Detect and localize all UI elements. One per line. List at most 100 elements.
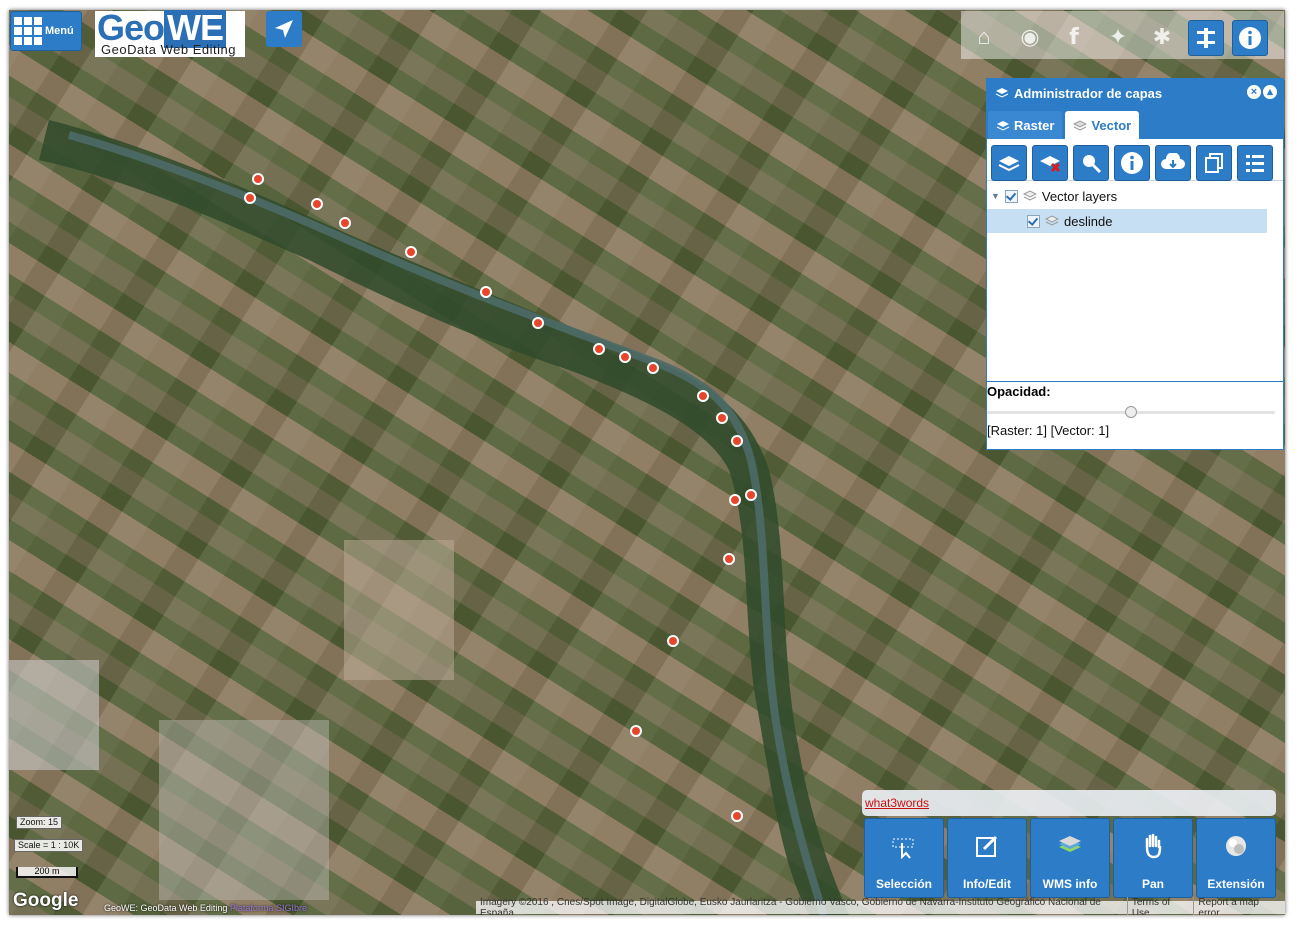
deslinde-point[interactable]	[619, 351, 631, 363]
copy-button[interactable]	[1196, 145, 1232, 181]
geolocate-button[interactable]	[266, 11, 302, 47]
copy-icon	[1205, 153, 1223, 173]
imagery-attribution: Imagery ©2016 , Cnes/Spot Image, Digital…	[476, 896, 1128, 915]
panel-header[interactable]: Administrador de capas × ▴	[987, 79, 1283, 107]
info-icon	[1239, 27, 1261, 49]
opacity-slider[interactable]	[987, 403, 1275, 421]
terms-link[interactable]: Terms of Use	[1128, 896, 1195, 915]
industrial-area-2	[159, 720, 329, 900]
group-checkbox[interactable]	[1004, 189, 1018, 203]
pan-button[interactable]: Pan	[1113, 818, 1193, 898]
collapse-icon[interactable]: ▴	[1263, 85, 1277, 99]
what3words-bar: what3words	[862, 790, 1276, 816]
deslinde-point[interactable]	[731, 435, 743, 447]
deslinde-point[interactable]	[480, 286, 492, 298]
deslinde-point[interactable]	[244, 192, 256, 204]
deslinde-point[interactable]	[745, 489, 757, 501]
add-layer-icon	[998, 156, 1020, 172]
layer-info-button[interactable]	[1114, 145, 1150, 181]
expand-arrow-icon[interactable]: ▼	[991, 191, 1000, 201]
download-button[interactable]	[1155, 145, 1191, 181]
close-icon[interactable]: ×	[1247, 85, 1261, 99]
deslinde-point[interactable]	[723, 553, 735, 565]
top-right-toolbar: ⌂ ◉ f ✦ ✱	[961, 11, 1284, 59]
edit-icon	[976, 835, 998, 857]
map-attribution: Imagery ©2016 , Cnes/Spot Image, Digital…	[476, 896, 1285, 915]
logo-subtitle: GeoData Web Editing	[101, 42, 236, 57]
extension-button[interactable]: Extensión	[1196, 818, 1276, 898]
download-icon	[1161, 153, 1185, 169]
deslinde-point[interactable]	[593, 343, 605, 355]
scale-ratio: Scale = 1 : 10K	[14, 839, 84, 852]
opacity-label: Opacidad:	[987, 384, 1051, 399]
app-frame: Menú GeoWE GeoData Web Editing ⌂ ◉ f ✦ ✱…	[9, 10, 1285, 915]
globe-icon	[1226, 836, 1246, 856]
extension-label: Extensión	[1207, 877, 1265, 891]
bottom-toolbar: Selección Info/Edit WMS info Pan Extensi…	[862, 816, 1280, 900]
deslinde-point[interactable]	[311, 198, 323, 210]
navigation-arrow-icon	[275, 20, 293, 38]
add-layer-button[interactable]	[991, 145, 1027, 181]
remove-layer-icon	[1040, 156, 1061, 173]
layer-list-button[interactable]	[1237, 145, 1273, 181]
info-edit-label: Info/Edit	[963, 877, 1011, 891]
layer-manager-panel: Administrador de capas × ▴ Raster Vector	[986, 78, 1284, 450]
deslinde-point[interactable]	[729, 494, 741, 506]
deslinde-point[interactable]	[716, 412, 728, 424]
deslinde-point[interactable]	[731, 810, 743, 822]
credits-link[interactable]: Plataforma SIGIbre	[230, 903, 307, 913]
deslinde-point[interactable]	[532, 317, 544, 329]
bug-icon[interactable]: ✱	[1145, 20, 1179, 54]
grid-icon	[14, 17, 42, 45]
info-icon	[1121, 152, 1143, 174]
list-icon	[1246, 155, 1264, 172]
layer-tree: ▼ Vector layers deslinde	[987, 181, 1283, 382]
what3words-link[interactable]: what3words	[865, 796, 929, 810]
tab-raster-label: Raster	[1014, 117, 1055, 133]
deslinde-point[interactable]	[697, 390, 709, 402]
panel-title: Administrador de capas	[1014, 85, 1163, 101]
slider-knob[interactable]	[1125, 406, 1137, 418]
wms-layers-icon	[1059, 836, 1081, 852]
layer-checkbox[interactable]	[1027, 214, 1040, 228]
layers-icon	[1045, 215, 1059, 226]
layers-icon	[1022, 190, 1037, 201]
pan-label: Pan	[1141, 877, 1164, 891]
wms-info-button[interactable]: WMS info	[1030, 818, 1110, 898]
facebook-icon[interactable]: f	[1057, 20, 1091, 54]
menu-button[interactable]: Menú	[10, 11, 82, 51]
layer-counts: [Raster: 1] [Vector: 1]	[987, 423, 1110, 438]
home-icon[interactable]: ⌂	[967, 20, 1001, 54]
info-edit-button[interactable]: Info/Edit	[947, 818, 1027, 898]
layer-row-deslinde[interactable]: deslinde	[987, 209, 1267, 233]
sliders-icon	[1197, 28, 1215, 48]
deslinde-point[interactable]	[252, 173, 264, 185]
credits-text: GeoWE: GeoData Web Editing	[104, 903, 228, 913]
tree-group-vector-layers[interactable]: ▼ Vector layers	[991, 185, 1117, 207]
tab-vector-label: Vector	[1091, 117, 1132, 133]
panel-tabs: Raster Vector	[987, 107, 1283, 139]
selection-icon	[892, 838, 914, 859]
twitter-icon[interactable]: ✦	[1101, 20, 1135, 54]
tools-button[interactable]	[1188, 20, 1224, 56]
remove-layer-button[interactable]	[1032, 145, 1068, 181]
deslinde-point[interactable]	[647, 362, 659, 374]
tab-raster[interactable]: Raster	[988, 111, 1063, 139]
deslinde-point[interactable]	[405, 246, 417, 258]
deslinde-point[interactable]	[339, 217, 351, 229]
industrial-area	[9, 660, 99, 770]
report-link[interactable]: Report a map error	[1194, 897, 1285, 916]
app-logo: GeoWE GeoData Web Editing	[95, 10, 245, 57]
search-layer-button[interactable]	[1073, 145, 1109, 181]
selection-button[interactable]: Selección	[864, 818, 944, 898]
group-label: Vector layers	[1041, 188, 1118, 204]
layers-icon	[995, 88, 1009, 98]
info-button[interactable]	[1232, 20, 1268, 56]
selection-label: Selección	[875, 877, 933, 891]
zoom-level: Zoom: 15	[16, 816, 63, 829]
credits: GeoWE: GeoData Web Editing Plataforma SI…	[104, 903, 307, 913]
deslinde-point[interactable]	[667, 635, 679, 647]
deslinde-point[interactable]	[630, 725, 642, 737]
tab-vector[interactable]: Vector	[1065, 111, 1140, 139]
globe-icon[interactable]: ◉	[1013, 20, 1047, 54]
